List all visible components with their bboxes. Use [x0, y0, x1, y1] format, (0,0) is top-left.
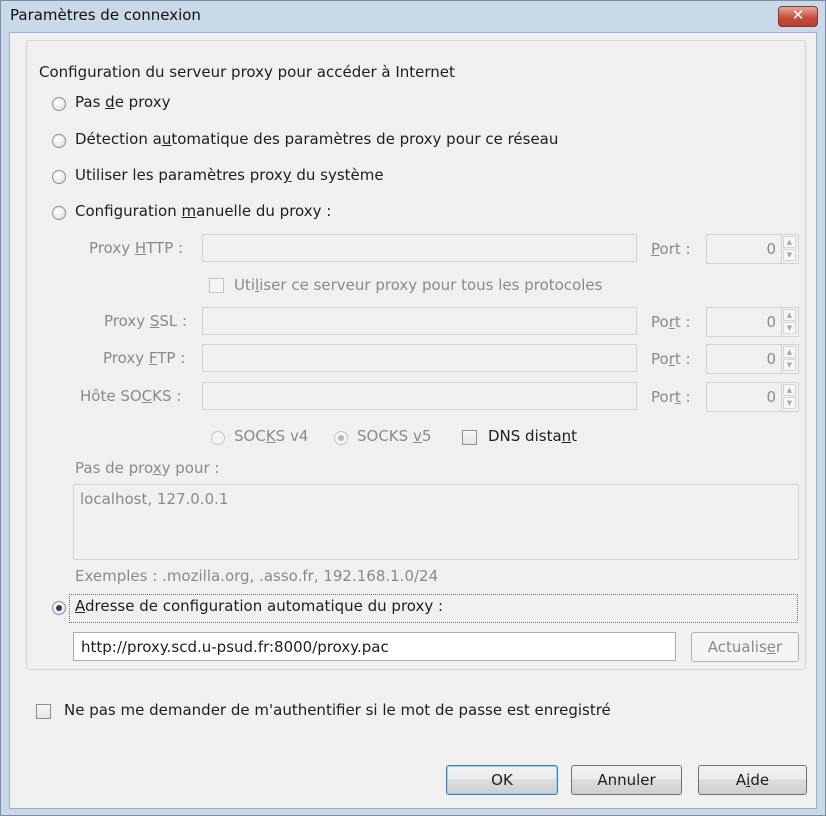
no-proxy-for-label: Pas de proxy pour :: [75, 459, 220, 477]
spin-up-icon[interactable]: ▲: [783, 309, 796, 321]
remote-dns-label: DNS distant: [488, 427, 578, 445]
proxy-group-legend: Configuration du serveur proxy pour accé…: [36, 63, 458, 81]
cancel-button[interactable]: Annuler: [571, 765, 682, 795]
ssl-port-input[interactable]: 0 ▲ ▼: [706, 307, 799, 337]
radio-manual-proxy-label: Configuration manuelle du proxy :: [75, 202, 332, 220]
ftp-port-value: 0: [766, 350, 776, 368]
radio-auto-detect-label: Détection automatique des paramètres de …: [75, 130, 559, 148]
spin-up-icon[interactable]: ▲: [783, 236, 796, 248]
ftp-port-label: Port :: [651, 350, 691, 368]
help-button[interactable]: Aide: [698, 765, 807, 795]
radio-no-proxy[interactable]: [52, 97, 66, 111]
spin-up-icon[interactable]: ▲: [783, 384, 796, 396]
http-port-spinner[interactable]: ▲ ▼: [781, 235, 798, 263]
radio-auto-config-url-label: Adresse de configuration automatique du …: [75, 597, 444, 615]
no-proxy-examples: Exemples : .mozilla.org, .asso.fr, 192.1…: [75, 567, 439, 585]
radio-system-proxy-label: Utiliser les paramètres proxy du système: [75, 166, 384, 184]
same-proxy-checkbox[interactable]: [209, 278, 224, 293]
radio-manual-proxy[interactable]: [52, 206, 66, 220]
ssl-port-label: Port :: [651, 313, 691, 331]
spin-down-icon[interactable]: ▼: [783, 322, 796, 334]
radio-no-proxy-label: Pas de proxy: [75, 93, 171, 111]
ftp-proxy-label: Proxy FTP :: [103, 349, 186, 367]
ssl-port-value: 0: [766, 313, 776, 331]
ssl-proxy-input[interactable]: [202, 307, 637, 335]
spin-up-icon[interactable]: ▲: [783, 346, 796, 358]
window-title: Paramètres de connexion: [10, 6, 201, 24]
connection-settings-dialog: Paramètres de connexion ✕ Configuration …: [0, 0, 826, 816]
http-port-label: Port :: [651, 240, 691, 258]
close-icon: ✕: [791, 6, 805, 24]
spin-down-icon[interactable]: ▼: [783, 397, 796, 409]
socks-port-value: 0: [766, 388, 776, 406]
reload-button[interactable]: Actualiser: [691, 632, 799, 662]
radio-auto-detect[interactable]: [52, 134, 66, 148]
socks-port-label: Port :: [651, 388, 691, 406]
no-auth-prompt-label: Ne pas me demander de m'authentifier si …: [64, 701, 611, 719]
auto-config-url-input[interactable]: http://proxy.scd.u-psud.fr:8000/proxy.pa…: [73, 632, 676, 661]
auto-config-url-value: http://proxy.scd.u-psud.fr:8000/proxy.pa…: [81, 638, 389, 656]
socks-host-label: Hôte SOCKS :: [80, 387, 182, 405]
ftp-port-input[interactable]: 0 ▲ ▼: [706, 344, 799, 374]
no-proxy-for-textarea[interactable]: localhost, 127.0.0.1: [73, 484, 799, 560]
ssl-proxy-label: Proxy SSL :: [104, 312, 188, 330]
radio-socks-v4[interactable]: [211, 431, 225, 445]
radio-auto-config-url[interactable]: [52, 601, 66, 615]
http-port-input[interactable]: 0 ▲ ▼: [706, 234, 799, 264]
ftp-proxy-input[interactable]: [202, 344, 637, 372]
spin-down-icon[interactable]: ▼: [783, 359, 796, 371]
no-proxy-for-value: localhost, 127.0.0.1: [80, 490, 229, 508]
ok-button[interactable]: OK: [446, 765, 558, 795]
ssl-port-spinner[interactable]: ▲ ▼: [781, 308, 798, 336]
http-proxy-input[interactable]: [202, 234, 637, 262]
radio-socks-v4-label: SOCKS v4: [234, 427, 309, 445]
ftp-port-spinner[interactable]: ▲ ▼: [781, 345, 798, 373]
radio-socks-v5[interactable]: [334, 431, 348, 445]
http-port-value: 0: [766, 240, 776, 258]
http-proxy-label: Proxy HTTP :: [89, 239, 184, 257]
socks-host-input[interactable]: [202, 382, 637, 410]
spin-down-icon[interactable]: ▼: [783, 249, 796, 261]
remote-dns-checkbox[interactable]: [462, 430, 477, 445]
title-bar[interactable]: Paramètres de connexion ✕: [0, 0, 826, 32]
no-auth-prompt-checkbox[interactable]: [36, 704, 51, 719]
radio-system-proxy[interactable]: [52, 170, 66, 184]
radio-socks-v5-label: SOCKS v5: [357, 427, 432, 445]
socks-port-spinner[interactable]: ▲ ▼: [781, 383, 798, 411]
socks-port-input[interactable]: 0 ▲ ▼: [706, 382, 799, 412]
close-button[interactable]: ✕: [778, 6, 818, 27]
same-proxy-label: Utiliser ce serveur proxy pour tous les …: [234, 276, 603, 294]
